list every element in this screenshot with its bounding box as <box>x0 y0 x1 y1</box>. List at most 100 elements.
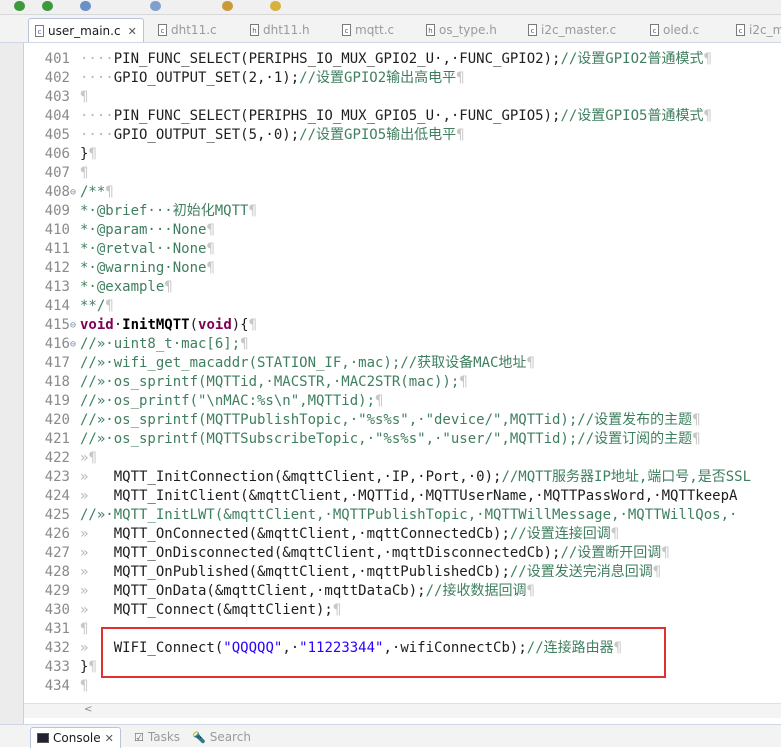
line-number: 415 <box>44 317 70 333</box>
code-token: //设置GPIO5普通模式 <box>560 108 704 124</box>
fold-icon[interactable]: ⊖ <box>70 335 80 354</box>
code-line[interactable]: 404 ····PIN_FUNC_SELECT(PERIPHS_IO_MUX_G… <box>24 107 712 126</box>
code-line[interactable]: 406 }¶ <box>24 145 97 164</box>
code-token: » <box>80 545 114 561</box>
code-line[interactable]: 408⊖/**¶ <box>24 183 114 202</box>
tool-icon[interactable] <box>222 1 233 11</box>
line-number: 411 <box>44 241 70 257</box>
run-icon[interactable] <box>14 1 25 11</box>
code-line[interactable]: 414 **/¶ <box>24 297 114 316</box>
code-token: *·@brief···初始化MQTT <box>80 203 249 219</box>
code-line[interactable]: 405 ····GPIO_OUTPUT_SET(5,·0);//设置GPIO5输… <box>24 126 465 145</box>
fold-icon[interactable]: ⊖ <box>70 316 80 335</box>
close-icon[interactable]: ✕ <box>105 732 114 745</box>
code-token: //设置GPIO2输出高电平 <box>299 70 457 86</box>
code-line[interactable]: 413 *·@example¶ <box>24 278 173 297</box>
tab-i2c-master-c[interactable]: c i2c_master.c <box>522 18 622 42</box>
code-line[interactable]: 417 //»·wifi_get_macaddr(STATION_IF,·mac… <box>24 354 535 373</box>
code-token: ···· <box>80 70 114 86</box>
code-token: //»·wifi_get_macaddr(STATION_IF,·mac);//… <box>80 355 527 371</box>
horizontal-scrollbar[interactable]: < <box>24 703 781 718</box>
line-number: 414 <box>44 298 70 314</box>
code-line[interactable]: 426 » MQTT_OnConnected(&mqttClient,·mqtt… <box>24 525 619 544</box>
code-line[interactable]: 407 ¶ <box>24 164 89 183</box>
code-token: ¶ <box>206 260 215 276</box>
code-line[interactable]: 409 *·@brief···初始化MQTT¶ <box>24 202 257 221</box>
target-icon[interactable] <box>150 1 161 11</box>
code-token: ¶ <box>105 184 114 200</box>
tab-label: Search <box>209 730 251 744</box>
code-line[interactable]: 412 *·@warning·None¶ <box>24 259 215 278</box>
toolbar <box>0 0 781 15</box>
code-line[interactable]: 424 » MQTT_InitClient(&mqttClient,·MQTTi… <box>24 487 738 506</box>
code-token: » <box>80 564 114 580</box>
code-line[interactable]: 430 » MQTT_Connect(&mqttClient);¶ <box>24 601 342 620</box>
code-line[interactable]: 425 //»·MQTT_InitLWT(&mqttClient,·MQTTPu… <box>24 506 738 525</box>
code-line[interactable]: 431 ¶ <box>24 620 89 639</box>
code-token: ···· <box>80 51 114 67</box>
line-number: 421 <box>44 431 70 447</box>
line-number: 402 <box>44 70 70 86</box>
code-line[interactable]: 419 //»·os_printf("\nMAC:%s\n",MQTTid);¶ <box>24 392 384 411</box>
code-editor[interactable]: 401 ····PIN_FUNC_SELECT(PERIPHS_IO_MUX_G… <box>24 43 781 703</box>
code-line[interactable]: 418 //»·os_sprintf(MQTTid,·MACSTR,·MAC2S… <box>24 373 468 392</box>
code-line[interactable]: 410 *·@param···None¶ <box>24 221 215 240</box>
code-line[interactable]: 429 » MQTT_OnData(&mqttClient,·mqttDataC… <box>24 582 535 601</box>
search-icon[interactable] <box>270 1 281 11</box>
tab-label: dht11.c <box>171 23 217 37</box>
debug-icon[interactable] <box>42 1 53 11</box>
line-number: 434 <box>44 678 70 694</box>
tab-console[interactable]: Console ✕ <box>30 727 121 748</box>
tab-mqtt-c[interactable]: c mqtt.c <box>336 18 400 42</box>
tab-os-type-h[interactable]: h os_type.h <box>420 18 503 42</box>
code-line[interactable]: 427 » MQTT_OnDisconnected(&mqttClient,·m… <box>24 544 670 563</box>
tab-oled-c[interactable]: c oled.c <box>644 18 705 42</box>
scroll-left-icon[interactable]: < <box>84 704 92 715</box>
code-line[interactable]: 402 ····GPIO_OUTPUT_SET(2,·1);//设置GPIO2输… <box>24 69 465 88</box>
tab-search[interactable]: 🔦 Search <box>186 727 257 747</box>
code-line[interactable]: 403 ¶ <box>24 88 89 107</box>
line-number: 425 <box>44 507 70 523</box>
tab-tasks[interactable]: ☑ Tasks <box>128 727 186 747</box>
tab-label: i2c_master.c <box>541 23 617 37</box>
tab-dht11-c[interactable]: c dht11.c <box>152 18 223 42</box>
code-token: ¶ <box>703 108 712 124</box>
code-token: ¶ <box>80 89 89 105</box>
code-token: ¶ <box>80 621 89 637</box>
code-token: MQTT_OnDisconnected(&mqttClient,·mqttDis… <box>113 545 561 561</box>
line-number: 424 <box>44 488 70 504</box>
tab-label: oled.c <box>663 23 700 37</box>
close-icon[interactable]: ✕ <box>128 25 137 38</box>
c-file-icon: c <box>736 24 745 36</box>
code-line[interactable]: 420 //»·os_sprintf(MQTTPublishTopic,·"%s… <box>24 411 701 430</box>
code-token: //设置连接回调 <box>509 526 611 542</box>
code-line[interactable]: 401 ····PIN_FUNC_SELECT(PERIPHS_IO_MUX_G… <box>24 50 712 69</box>
tab-i2c-m[interactable]: c i2c_m <box>730 18 781 42</box>
code-line[interactable]: 428 » MQTT_OnPublished(&mqttClient,·mqtt… <box>24 563 661 582</box>
code-line[interactable]: 411 *·@retval··None¶ <box>24 240 215 259</box>
search-icon: 🔦 <box>192 730 206 744</box>
fold-icon[interactable]: ⊖ <box>70 183 80 202</box>
tab-label: Console <box>53 731 101 745</box>
highlight-box <box>101 627 666 678</box>
line-number: 419 <box>44 393 70 409</box>
build-icon[interactable] <box>80 1 91 11</box>
line-number: 429 <box>44 583 70 599</box>
tab-dht11-h[interactable]: h dht11.h <box>244 18 316 42</box>
tab-user-main-c[interactable]: c user_main.c ✕ <box>28 18 144 42</box>
tab-label: i2c_m <box>749 23 781 37</box>
code-line[interactable]: 416⊖//»·uint8_t·mac[6];¶ <box>24 335 249 354</box>
code-line[interactable]: 421 //»·os_sprintf(MQTTSubscribeTopic,·"… <box>24 430 701 449</box>
code-line[interactable]: 415⊖ void·InitMQTT(void){¶ <box>24 316 257 335</box>
code-line[interactable]: 422 »¶ <box>24 449 97 468</box>
code-line[interactable]: 423 » MQTT_InitConnection(&mqttClient,·I… <box>24 468 751 487</box>
line-number: 428 <box>44 564 70 580</box>
code-line[interactable]: 433 }¶ <box>24 658 97 677</box>
code-line[interactable]: 434 ¶ <box>24 677 89 696</box>
